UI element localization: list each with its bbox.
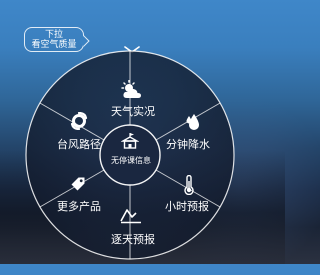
tag-icon [71,177,85,191]
menu-item-more-products[interactable]: 更多产品 [57,198,101,214]
trend-line-icon [120,209,141,224]
menu-item-typhoon-track[interactable]: 台风路径 [57,136,101,152]
school-building-icon [121,133,139,149]
center-no-class-suspension-button[interactable]: 无停课信息 [111,155,151,166]
menu-item-weather-live[interactable]: 天气实况 [111,103,155,119]
radial-menu [25,50,235,260]
thermometer-icon [184,175,194,195]
raindrop-icon [186,114,199,130]
menu-item-minute-precipitation[interactable]: 分钟降水 [166,136,210,152]
partly-cloudy-icon [121,80,141,98]
menu-item-hourly-forecast[interactable]: 小时预报 [165,198,209,214]
typhoon-icon [70,112,88,130]
menu-item-daily-forecast[interactable]: 逐天预报 [111,231,155,247]
